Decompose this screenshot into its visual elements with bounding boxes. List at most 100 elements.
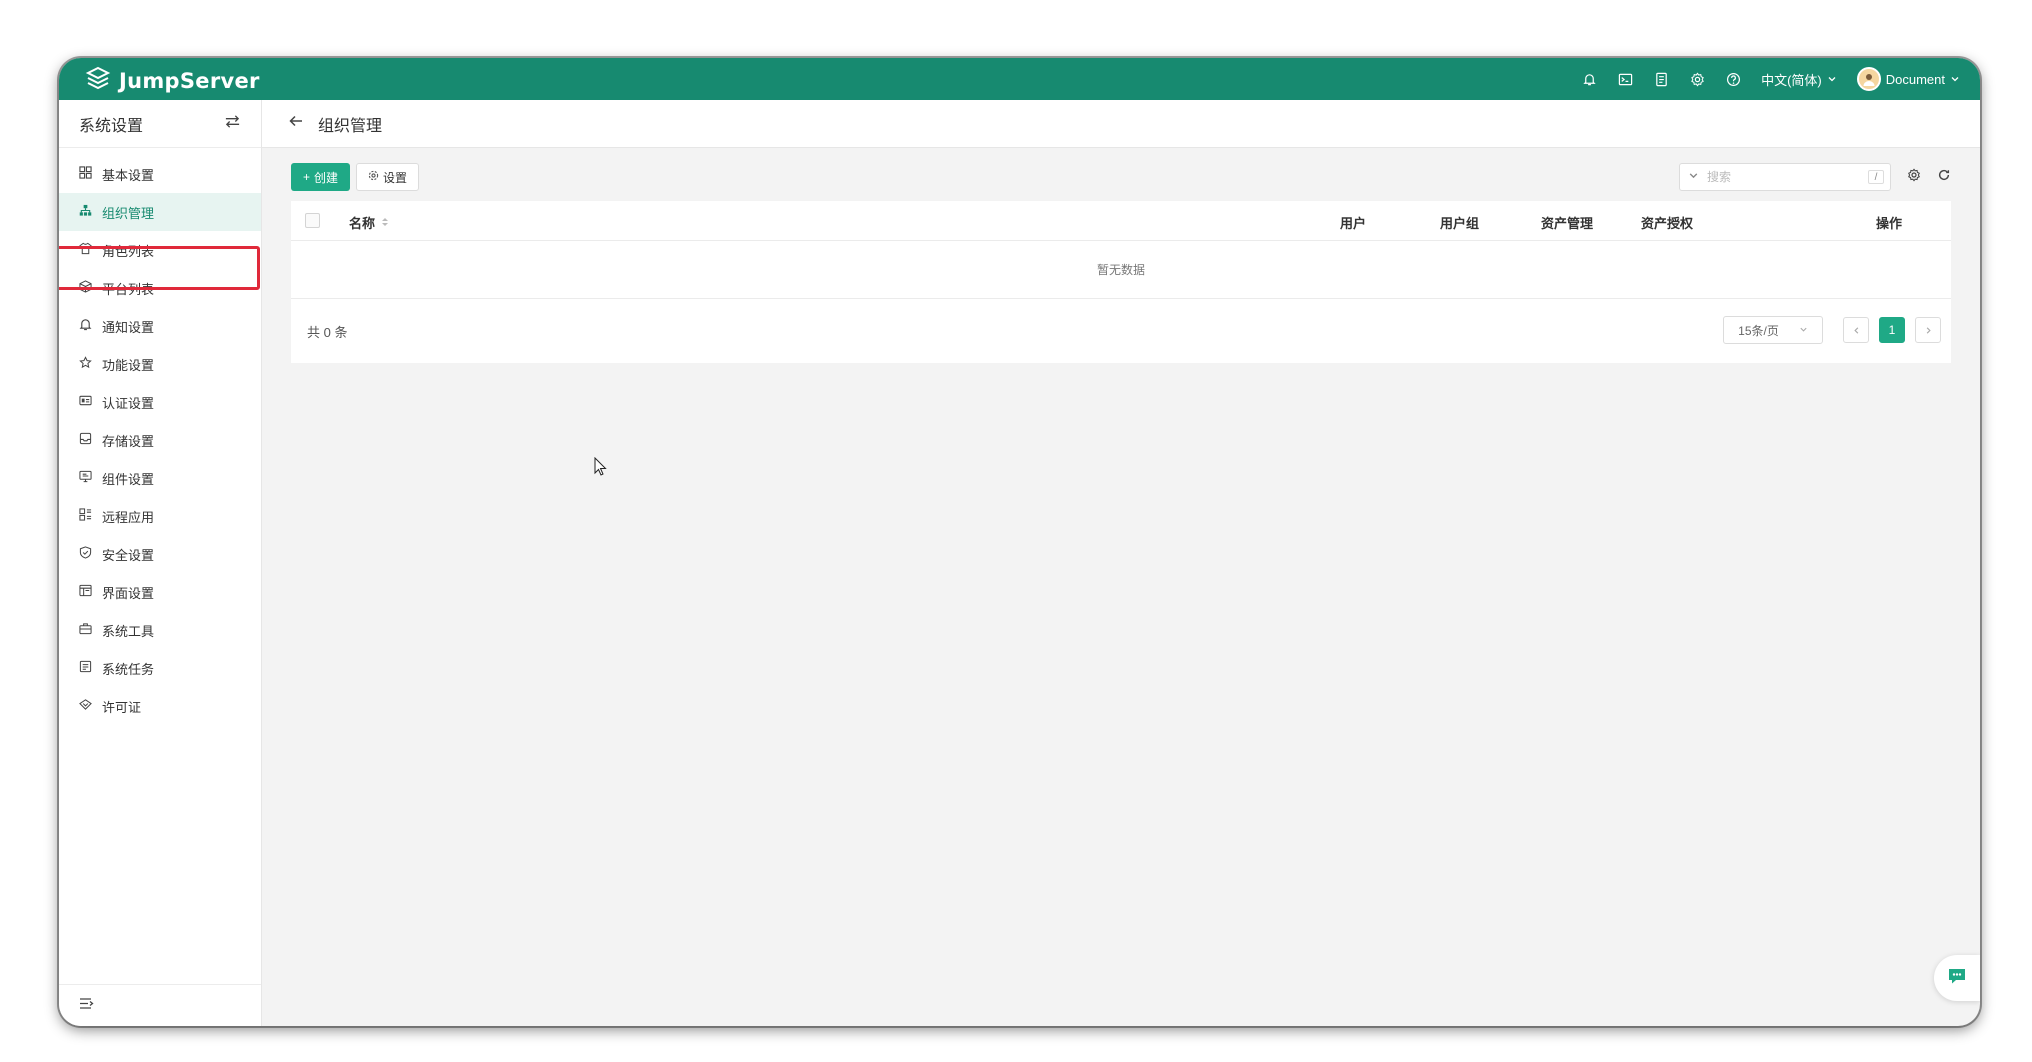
select-all-checkbox[interactable]	[305, 213, 320, 228]
help-icon[interactable]	[1725, 71, 1741, 87]
chat-icon	[1946, 965, 1968, 992]
toolbar-right: /	[1679, 162, 1951, 192]
sidebar-item-label: 界面设置	[102, 585, 155, 601]
brand-logo[interactable]: JumpServer	[85, 65, 260, 96]
back-arrow-icon[interactable]	[288, 113, 304, 134]
user-menu[interactable]: Document	[1856, 67, 1960, 91]
chevron-down-icon[interactable]	[1688, 168, 1699, 186]
id-card-icon	[79, 394, 92, 410]
shirt-icon	[79, 242, 92, 258]
sidebar-item-system-tools[interactable]: 系统工具	[59, 611, 261, 649]
table-settings-icon[interactable]	[1907, 167, 1921, 187]
search-shortcut-hint: /	[1868, 170, 1884, 184]
search-input[interactable]	[1707, 170, 1847, 184]
terminal-icon[interactable]	[1617, 71, 1633, 87]
next-page-button[interactable]	[1915, 317, 1941, 343]
sidebar-item-ui-settings[interactable]: 界面设置	[59, 573, 261, 611]
plus-icon: +	[303, 170, 311, 184]
sidebar-item-label: 组织管理	[102, 205, 155, 221]
sidebar-item-label: 系统工具	[102, 623, 155, 639]
sidebar-item-label: 许可证	[102, 699, 142, 715]
bell-icon	[79, 318, 92, 334]
sort-icon	[381, 215, 389, 230]
sidebar-item-role-list[interactable]: 角色列表	[59, 231, 261, 269]
sidebar-item-label: 认证设置	[102, 395, 155, 411]
column-name[interactable]: 名称	[349, 213, 389, 232]
avatar	[1856, 67, 1881, 91]
sidebar-item-basic-settings[interactable]: 基本设置	[59, 155, 261, 193]
table-toolbar: + 创建 设置 /	[291, 162, 1951, 192]
star-icon	[79, 356, 92, 372]
prev-page-button[interactable]	[1843, 317, 1869, 343]
sidebar: 系统设置 基本设置 组织管理 角色列表 平台列表 通知设置 功能设置 认证设置 …	[59, 100, 262, 1026]
pagination-controls: 15条/页 1	[1723, 316, 1941, 344]
language-label: 中文(简体)	[1761, 72, 1822, 88]
settings-button-label: 设置	[383, 170, 408, 185]
sidebar-menu: 基本设置 组织管理 角色列表 平台列表 通知设置 功能设置 认证设置 存储设置 …	[59, 148, 261, 725]
license-icon	[79, 698, 92, 714]
main-area: 组织管理 + 创建 设置 搜索 / 名称 用户 用户组 资产管理 资产授权 操作…	[262, 100, 1980, 1026]
sidebar-item-label: 系统任务	[102, 661, 155, 677]
gear-icon[interactable]	[1689, 71, 1705, 87]
sidebar-item-org-management[interactable]: 组织管理	[59, 193, 261, 231]
sidebar-title: 系统设置	[79, 117, 144, 135]
refresh-icon[interactable]	[1937, 168, 1951, 187]
sidebar-item-label: 安全设置	[102, 547, 155, 563]
sidebar-item-system-tasks[interactable]: 系统任务	[59, 649, 261, 687]
task-icon	[79, 660, 92, 676]
shield-icon	[79, 546, 92, 562]
logo-icon	[85, 65, 111, 96]
language-switcher[interactable]: 中文(简体)	[1761, 70, 1837, 89]
sidebar-item-remote-apps[interactable]: 远程应用	[59, 497, 261, 535]
total-count: 共 0 条	[307, 324, 348, 340]
table-header: 名称 用户 用户组 资产管理 资产授权 操作	[291, 201, 1951, 241]
grid-icon	[79, 166, 92, 182]
empty-state: 暂无数据	[291, 241, 1951, 299]
sidebar-item-security-settings[interactable]: 安全设置	[59, 535, 261, 573]
column-user-groups: 用户组	[1440, 216, 1480, 231]
org-icon	[79, 204, 92, 220]
mouse-cursor-icon	[594, 456, 608, 482]
sidebar-item-label: 平台列表	[102, 281, 155, 297]
pagination: 共 0 条 15条/页 1	[291, 299, 1951, 363]
brand-name: JumpServer	[119, 68, 260, 93]
content-panel: + 创建 设置 /	[291, 162, 1951, 363]
sidebar-item-component-settings[interactable]: 组件设置	[59, 459, 261, 497]
chat-assistant-button[interactable]	[1934, 955, 1980, 1001]
swap-icon[interactable]	[224, 113, 241, 135]
collapse-menu-icon[interactable]	[79, 997, 94, 1015]
monitor-icon	[79, 470, 92, 486]
settings-button[interactable]: 设置	[356, 163, 420, 191]
top-actions: 中文(简体) Document	[1581, 58, 1960, 100]
sidebar-item-label: 组件设置	[102, 471, 155, 487]
page-title: 组织管理	[318, 117, 383, 135]
layout-icon	[79, 584, 92, 600]
sidebar-item-label: 存储设置	[102, 433, 155, 449]
column-asset-permissions: 资产授权	[1641, 216, 1694, 231]
chevron-down-icon	[1799, 323, 1808, 337]
bell-icon[interactable]	[1581, 71, 1597, 87]
sidebar-item-notification-settings[interactable]: 通知设置	[59, 307, 261, 345]
toolbox-icon	[79, 622, 92, 638]
chevron-down-icon	[1950, 72, 1960, 87]
page-size-select[interactable]: 15条/页	[1723, 316, 1823, 344]
sidebar-item-license[interactable]: 许可证	[59, 687, 261, 725]
sidebar-footer	[59, 984, 261, 1026]
chevron-down-icon	[1827, 72, 1837, 87]
app-window: JumpServer 中文(简体) Document 系统设置 基本设置 组织管…	[59, 58, 1980, 1026]
sidebar-item-auth-settings[interactable]: 认证设置	[59, 383, 261, 421]
file-icon[interactable]	[1653, 71, 1669, 87]
create-button[interactable]: + 创建	[291, 163, 351, 191]
cube-icon	[79, 280, 92, 296]
sidebar-item-feature-settings[interactable]: 功能设置	[59, 345, 261, 383]
sidebar-item-platform-list[interactable]: 平台列表	[59, 269, 261, 307]
gear-icon	[368, 170, 379, 184]
sidebar-header: 系统设置	[59, 100, 261, 148]
sidebar-item-label: 基本设置	[102, 167, 155, 183]
inbox-icon	[79, 432, 92, 448]
sidebar-item-label: 通知设置	[102, 319, 155, 335]
page-number-button[interactable]: 1	[1879, 317, 1905, 343]
search-box[interactable]: /	[1679, 163, 1891, 191]
sidebar-item-storage-settings[interactable]: 存储设置	[59, 421, 261, 459]
column-asset-management: 资产管理	[1541, 216, 1594, 231]
